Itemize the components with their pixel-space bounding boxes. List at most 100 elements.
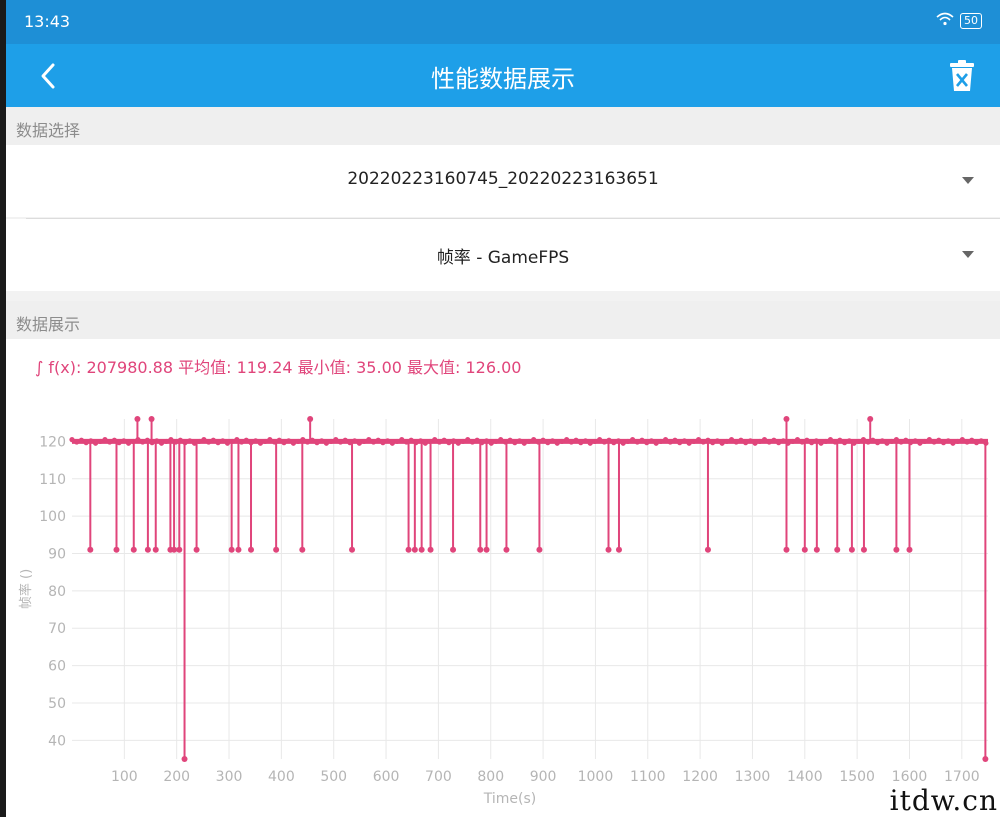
x-tick-label: 1300 xyxy=(735,769,771,785)
data-point xyxy=(111,437,117,443)
data-point xyxy=(973,440,980,446)
data-point xyxy=(964,439,970,445)
data-point xyxy=(851,440,857,446)
data-point xyxy=(545,440,551,446)
data-point xyxy=(267,437,273,443)
data-point xyxy=(879,438,885,444)
y-tick-label: 50 xyxy=(48,696,66,712)
data-point xyxy=(559,438,565,445)
fps-line-chart[interactable]: 100 200 300 400 500 600 700 800 900 1000 1100 1200 1… xyxy=(6,399,1000,817)
session-dropdown[interactable]: 20220223160745_20220223163651 xyxy=(6,145,1000,217)
data-point xyxy=(898,439,904,445)
data-point xyxy=(356,440,362,446)
data-point xyxy=(809,440,815,446)
x-tick-label: 1700 xyxy=(944,769,980,785)
data-point xyxy=(605,546,612,553)
status-time: 13:43 xyxy=(24,12,71,31)
data-point xyxy=(295,438,301,445)
data-point xyxy=(74,439,80,445)
data-point xyxy=(333,437,339,443)
data-point xyxy=(783,546,790,553)
data-point xyxy=(87,546,94,553)
data-point xyxy=(761,437,768,443)
data-point xyxy=(658,438,664,445)
data-point xyxy=(780,438,786,444)
data-point xyxy=(516,438,523,444)
data-point xyxy=(766,439,772,445)
data-point xyxy=(856,438,862,445)
data-point xyxy=(695,437,702,443)
data-point xyxy=(794,437,801,443)
metric-dropdown[interactable]: 帧率 - GameFPS xyxy=(6,219,1000,291)
data-point xyxy=(846,438,852,444)
data-point xyxy=(799,439,805,445)
x-tick-label: 300 xyxy=(216,769,243,785)
data-point xyxy=(168,437,174,443)
data-point xyxy=(870,437,876,443)
data-point xyxy=(328,438,334,445)
data-point xyxy=(286,438,292,444)
data-point xyxy=(535,439,541,445)
data-point xyxy=(502,439,508,445)
dropdown-arrow-icon xyxy=(962,177,974,184)
data-point xyxy=(441,437,447,443)
data-point xyxy=(88,438,94,444)
data-point xyxy=(940,440,947,446)
app-screen: 13:43 50 性能数据展示 数据选择 20220223160745_2022… xyxy=(6,0,1000,817)
data-point xyxy=(503,546,510,553)
data-point xyxy=(140,439,146,445)
data-point xyxy=(488,440,494,446)
data-point xyxy=(611,440,617,446)
data-point xyxy=(380,440,386,446)
data-point xyxy=(436,439,443,445)
x-tick-label: 900 xyxy=(530,769,557,785)
data-point xyxy=(163,438,169,445)
data-point xyxy=(568,439,574,445)
data-point xyxy=(691,438,697,445)
data-point xyxy=(728,437,735,443)
data-point xyxy=(465,437,471,443)
data-select-title: 数据选择 xyxy=(16,121,81,140)
data-point xyxy=(889,438,895,445)
data-point xyxy=(615,546,622,553)
data-point xyxy=(823,438,829,445)
data-point xyxy=(686,440,692,446)
data-point xyxy=(950,440,956,446)
data-point xyxy=(601,439,607,445)
data-point xyxy=(978,438,984,444)
data-point xyxy=(931,439,937,445)
clear-data-button[interactable] xyxy=(942,56,982,96)
y-tick-label: 40 xyxy=(48,733,66,749)
data-point xyxy=(469,439,476,445)
data-point xyxy=(83,440,89,446)
app-bar: 性能数据展示 xyxy=(6,44,1000,107)
y-axis-label: 帧率 () xyxy=(18,569,34,609)
data-point xyxy=(403,439,410,445)
data-point xyxy=(102,437,108,443)
data-point xyxy=(446,440,452,446)
data-point xyxy=(474,437,480,443)
data-point xyxy=(848,546,855,553)
data-point xyxy=(352,438,358,444)
data-point xyxy=(78,437,85,443)
data-point xyxy=(681,438,688,444)
data-point xyxy=(498,437,504,443)
data-point xyxy=(389,440,395,446)
data-point xyxy=(982,756,989,762)
x-axis-label: Time(s) xyxy=(483,791,536,807)
status-icons: 50 xyxy=(936,12,982,30)
data-point xyxy=(926,437,932,443)
data-point xyxy=(347,440,353,446)
data-point xyxy=(629,437,636,443)
data-point xyxy=(483,438,490,444)
data-point xyxy=(606,437,612,443)
data-point xyxy=(841,440,848,446)
x-tick-label: 600 xyxy=(373,769,400,785)
data-point xyxy=(884,440,890,446)
data-point xyxy=(818,440,824,446)
data-point xyxy=(677,440,683,446)
data-point xyxy=(936,437,942,443)
data-point xyxy=(531,437,537,443)
data-point xyxy=(867,416,874,422)
data-point xyxy=(738,437,744,443)
